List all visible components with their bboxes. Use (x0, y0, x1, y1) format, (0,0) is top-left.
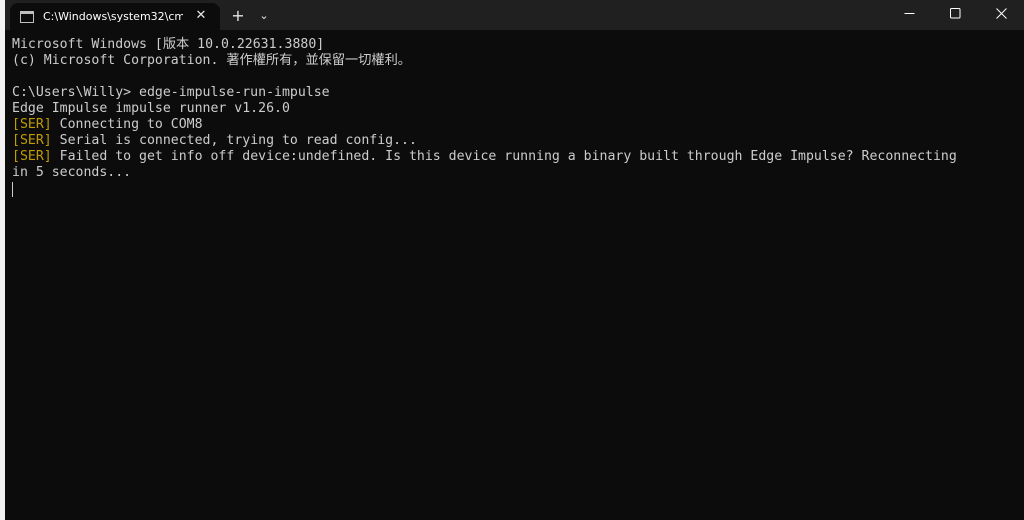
terminal-cursor-line (12, 181, 1014, 197)
ser-tag: [SER] (12, 149, 52, 164)
console-icon (20, 10, 34, 23)
maximize-button[interactable] (932, 0, 978, 26)
close-icon (995, 7, 1007, 19)
terminal-line-text: C:\Users\Willy> edge-impulse-run-impulse (12, 85, 330, 100)
terminal-line-text: in 5 seconds... (12, 165, 132, 180)
tab-dropdown-button[interactable]: ⌄ (254, 6, 274, 26)
terminal-line: [SER] Failed to get info off device:unde… (12, 149, 1014, 165)
terminal-line: Microsoft Windows [版本 10.0.22631.3880] (12, 37, 1014, 53)
minimize-icon (904, 12, 914, 14)
tab-close-button[interactable]: ✕ (192, 7, 210, 25)
new-tab-button[interactable]: + (227, 6, 249, 26)
terminal-line: (c) Microsoft Corporation. 著作權所有，並保留一切權利… (12, 53, 1014, 69)
window-controls (886, 0, 1024, 30)
terminal-line: [SER] Serial is connected, trying to rea… (12, 133, 1014, 149)
close-window-button[interactable] (978, 0, 1024, 26)
terminal-window: C:\Windows\system32\cmd.e: ✕ + ⌄ (5, 0, 1024, 520)
terminal-line: C:\Users\Willy> edge-impulse-run-impulse (12, 85, 1014, 101)
ser-tag: [SER] (12, 117, 52, 132)
terminal-line-text: Microsoft Windows [版本 10.0.22631.3880] (12, 37, 325, 52)
tab-cmd[interactable]: C:\Windows\system32\cmd.e: ✕ (10, 3, 220, 30)
ser-tag: [SER] (12, 133, 52, 148)
text-cursor (12, 182, 13, 197)
terminal-line: in 5 seconds... (12, 165, 1014, 181)
terminal-output[interactable]: Microsoft Windows [版本 10.0.22631.3880] (… (12, 37, 1014, 197)
tab-title: C:\Windows\system32\cmd.e: (43, 10, 183, 23)
terminal-line: Edge Impulse impulse runner v1.26.0 (12, 101, 1014, 117)
terminal-line-text: Edge Impulse impulse runner v1.26.0 (12, 101, 290, 116)
minimize-button[interactable] (886, 0, 932, 26)
title-bar[interactable]: C:\Windows\system32\cmd.e: ✕ + ⌄ (5, 0, 1024, 30)
maximize-icon (949, 7, 960, 18)
terminal-line: [SER] Connecting to COM8 (12, 117, 1014, 133)
terminal-line-text: Failed to get info off device:undefined.… (51, 149, 957, 164)
terminal-line-text: Connecting to COM8 (51, 117, 203, 132)
terminal-line-text: (c) Microsoft Corporation. 著作權所有，並保留一切權利… (12, 53, 411, 68)
terminal-line-text: Serial is connected, trying to read conf… (51, 133, 417, 148)
